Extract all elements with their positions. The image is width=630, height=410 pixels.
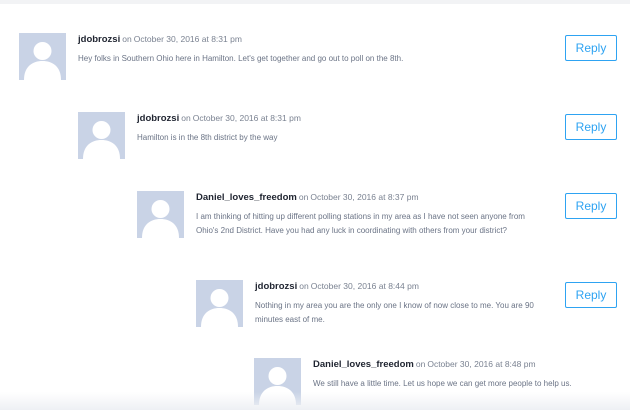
comment-meta: jdobrozsi on October 30, 2016 at 8:44 pm — [255, 280, 555, 293]
comment-date[interactable]: October 30, 2016 at 8:48 pm — [427, 359, 535, 369]
default-avatar-icon — [254, 358, 301, 405]
comment-text: Hey folks in Southern Ohio here in Hamil… — [78, 54, 404, 63]
reply-button[interactable]: Reply — [565, 193, 617, 219]
default-avatar-icon — [78, 112, 125, 159]
default-avatar-icon — [19, 33, 66, 80]
comment-author[interactable]: Daniel_loves_freedom — [313, 359, 414, 370]
comment-author[interactable]: jdobrozsi — [137, 113, 179, 124]
default-avatar-icon — [137, 191, 184, 238]
comment-meta: Daniel_loves_freedom on October 30, 2016 a… — [313, 358, 623, 371]
comment-text: I am thinking of hitting up different po… — [196, 212, 525, 235]
comment-meta: jdobrozsi on October 30, 2016 at 8:31 pm — [137, 112, 547, 125]
reply-button[interactable]: Reply — [565, 35, 617, 61]
comment-meta: jdobrozsi on October 30, 2016 at 8:31 pm — [78, 33, 558, 46]
comment-author[interactable]: jdobrozsi — [78, 34, 120, 45]
comment-text: We still have a little time. Let us hope… — [313, 379, 572, 388]
comment-text: Nothing in my area you are the only one … — [255, 301, 534, 324]
comment-on-label: on — [299, 281, 309, 291]
bottom-fade — [0, 392, 630, 410]
top-divider — [0, 0, 630, 4]
comment-meta: Daniel_loves_freedom on October 30, 2016 a… — [196, 191, 541, 204]
comment-date[interactable]: October 30, 2016 at 8:44 pm — [311, 281, 419, 291]
default-avatar-icon — [196, 280, 243, 327]
comment-on-label: on — [122, 34, 132, 44]
reply-button[interactable]: Reply — [565, 114, 617, 140]
comment-on-label: on — [298, 192, 309, 202]
reply-button[interactable]: Reply — [565, 282, 617, 308]
comment-date[interactable]: October 30, 2016 at 8:37 pm — [310, 192, 418, 202]
comment-on-label: on — [415, 359, 426, 369]
comment-date[interactable]: October 30, 2016 at 8:31 pm — [193, 113, 301, 123]
comment-on-label: on — [181, 113, 191, 123]
comment-author[interactable]: jdobrozsi — [255, 281, 297, 292]
comment-date[interactable]: October 30, 2016 at 8:31 pm — [134, 34, 242, 44]
comment-author[interactable]: Daniel_loves_freedom — [196, 192, 297, 203]
comment-text: Hamilton is in the 8th district by the w… — [137, 133, 278, 142]
